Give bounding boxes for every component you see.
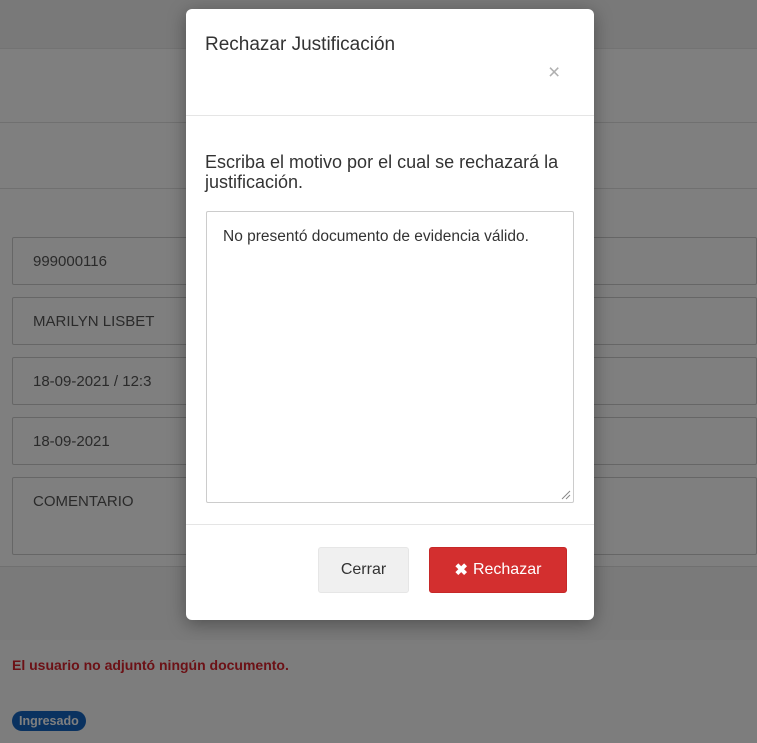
reject-button[interactable]: ✖ Rechazar — [429, 547, 567, 593]
modal-title: Rechazar Justificación — [205, 34, 396, 55]
reason-textarea[interactable]: No presentó documento de evidencia válid… — [206, 211, 574, 503]
reject-button-label: Rechazar — [472, 561, 542, 578]
reason-prompt: Escriba el motivo por el cual se rechaza… — [205, 152, 559, 192]
modal-footer: Cerrar ✖ Rechazar — [186, 524, 594, 621]
close-button-label: Cerrar — [340, 561, 387, 578]
reject-justification-dialog: Rechazar Justificación × Escriba el moti… — [186, 9, 594, 620]
close-icon[interactable]: × — [548, 62, 560, 83]
resize-handle-icon[interactable] — [561, 490, 571, 500]
close-button[interactable]: Cerrar — [318, 547, 409, 593]
reason-text: No presentó documento de evidencia válid… — [223, 228, 529, 245]
modal-body: Escriba el motivo por el cual se rechaza… — [186, 116, 594, 524]
x-icon: ✖ — [454, 562, 468, 579]
modal-header: Rechazar Justificación × — [186, 9, 594, 116]
